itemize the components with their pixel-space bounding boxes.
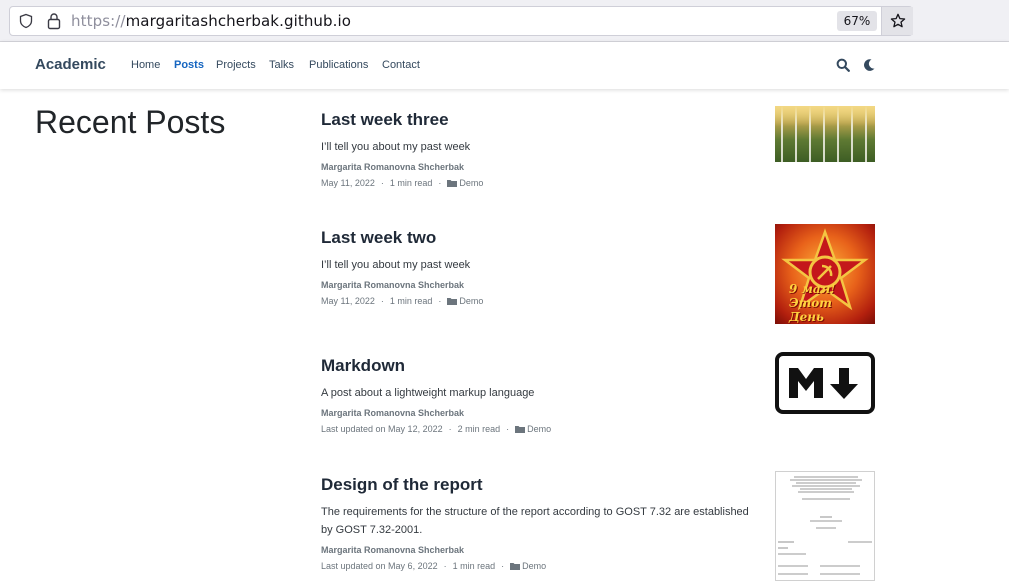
folder-icon xyxy=(515,426,526,433)
star-icon xyxy=(890,13,906,28)
post-category-link[interactable]: Demo xyxy=(459,296,483,306)
post-meta: Last updated on May 12, 2022 · 2 min read ·… xyxy=(321,424,552,434)
post-category-link[interactable]: Demo xyxy=(522,561,546,571)
address-bar[interactable]: https://margaritashcherbak.github.io 67% xyxy=(9,6,913,36)
page-title: Recent Posts xyxy=(35,104,226,140)
nav-link-posts[interactable]: Posts xyxy=(174,59,204,71)
nav-link-projects[interactable]: Projects xyxy=(216,59,256,71)
thumbnail-sky xyxy=(775,106,875,126)
post-date: Last updated on May 12, 2022 xyxy=(321,424,443,434)
search-icon[interactable] xyxy=(836,58,850,72)
post-thumbnail-birch-forest[interactable] xyxy=(775,106,875,162)
folder-icon xyxy=(447,180,458,187)
bookmark-button[interactable] xyxy=(881,7,913,35)
post-summary: I’ll tell you about my past week xyxy=(321,259,471,271)
post-category-link[interactable]: Demo xyxy=(459,178,483,188)
post-read-time: 1 min read xyxy=(389,178,433,188)
post-date: Last updated on May 6, 2022 xyxy=(321,561,438,571)
post-summary: The requirements for the structure of th… xyxy=(321,506,749,536)
post-date: May 11, 2022 xyxy=(321,178,375,188)
zoom-level-button[interactable]: 67% xyxy=(837,11,877,31)
post-item: Markdown A post about a lightweight mark… xyxy=(321,352,881,434)
thumbnail-caption: 9 мая! Этот День Победы! xyxy=(789,282,836,324)
lock-icon[interactable] xyxy=(46,12,62,30)
nav-link-contact[interactable]: Contact xyxy=(382,59,420,71)
post-thumbnail-victory-day[interactable]: 9 мая! Этот День Победы! xyxy=(775,224,875,324)
markdown-logo-icon xyxy=(775,352,875,414)
post-category-link[interactable]: Demo xyxy=(527,424,551,434)
post-item: Design of the report The requirements fo… xyxy=(321,471,881,581)
post-summary: A post about a lightweight markup langua… xyxy=(321,387,535,399)
moon-icon[interactable] xyxy=(862,58,876,72)
post-meta: May 11, 2022 · 1 min read · Demo xyxy=(321,178,484,188)
nav-link-publications[interactable]: Publications xyxy=(309,59,368,71)
browser-toolbar: https://margaritashcherbak.github.io 67% xyxy=(0,0,1009,42)
url-text[interactable]: https://margaritashcherbak.github.io xyxy=(71,12,351,30)
folder-icon xyxy=(510,563,521,570)
post-summary: I’ll tell you about my past week xyxy=(321,141,471,153)
post-item: Last week two I’ll tell you about my pas… xyxy=(321,224,881,324)
post-item: Last week three I’ll tell you about my p… xyxy=(321,106,881,188)
post-read-time: 1 min read xyxy=(452,561,496,571)
post-read-time: 2 min read xyxy=(457,424,501,434)
site-brand[interactable]: Academic xyxy=(35,56,106,73)
post-author[interactable]: Margarita Romanovna Shcherbak xyxy=(321,162,881,172)
nav-link-talks[interactable]: Talks xyxy=(269,59,294,71)
document-lines-icon xyxy=(778,476,872,575)
url-host: margaritashcherbak.github.io xyxy=(125,12,352,30)
site-navbar: Academic Home Posts Projects Talks Publi… xyxy=(0,42,1009,89)
post-thumbnail-report[interactable] xyxy=(775,471,875,581)
post-thumbnail-markdown[interactable] xyxy=(775,352,875,414)
post-date: May 11, 2022 xyxy=(321,296,375,306)
url-protocol: https:// xyxy=(71,12,126,30)
nav-link-home[interactable]: Home xyxy=(131,59,160,71)
post-read-time: 1 min read xyxy=(389,296,433,306)
shield-icon[interactable] xyxy=(18,13,34,29)
folder-icon xyxy=(447,298,458,305)
